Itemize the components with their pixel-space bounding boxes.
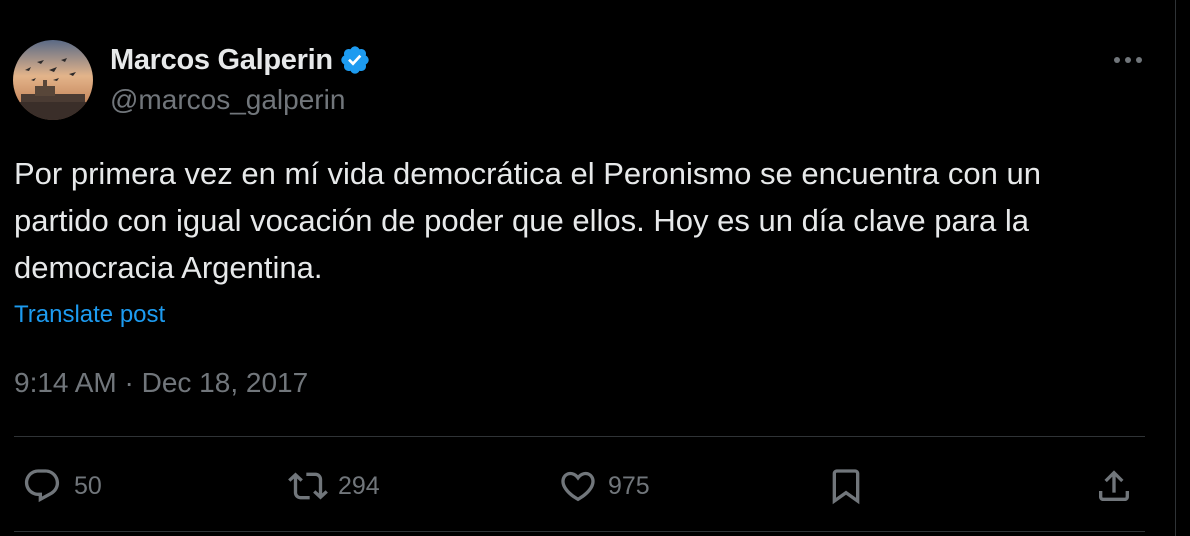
repost-icon [288, 472, 328, 500]
user-handle[interactable]: @marcos_galperin [110, 84, 345, 116]
share-icon [1099, 470, 1129, 501]
tweet: Marcos Galperin @marcos_galperin Por pri… [0, 0, 1175, 536]
like-icon [561, 471, 595, 502]
divider [14, 436, 1145, 437]
verified-badge-icon [341, 46, 369, 74]
reply-count: 50 [74, 471, 102, 500]
more-icon[interactable] [1108, 48, 1148, 72]
scrollbar[interactable] [1175, 0, 1190, 536]
bookmark-button[interactable] [826, 457, 866, 515]
reply-icon [24, 469, 60, 503]
like-count: 975 [608, 471, 650, 500]
tweet-text: Por primera vez en mí vida democrática e… [14, 156, 1041, 285]
reply-button[interactable]: 50 [22, 457, 102, 515]
display-name[interactable]: Marcos Galperin [110, 44, 333, 77]
like-button[interactable]: 975 [558, 457, 650, 515]
avatar[interactable] [13, 40, 93, 120]
divider [14, 531, 1145, 532]
action-bar: 50 294 975 [14, 457, 1145, 515]
author-name-row[interactable]: Marcos Galperin [110, 42, 371, 78]
share-button[interactable] [1094, 457, 1134, 515]
bookmark-icon [832, 469, 860, 505]
repost-count: 294 [338, 471, 380, 500]
translate-post-link[interactable]: Translate post [14, 301, 165, 329]
repost-button[interactable]: 294 [288, 457, 380, 515]
timestamp[interactable]: 9:14 AM · Dec 18, 2017 [14, 367, 308, 399]
